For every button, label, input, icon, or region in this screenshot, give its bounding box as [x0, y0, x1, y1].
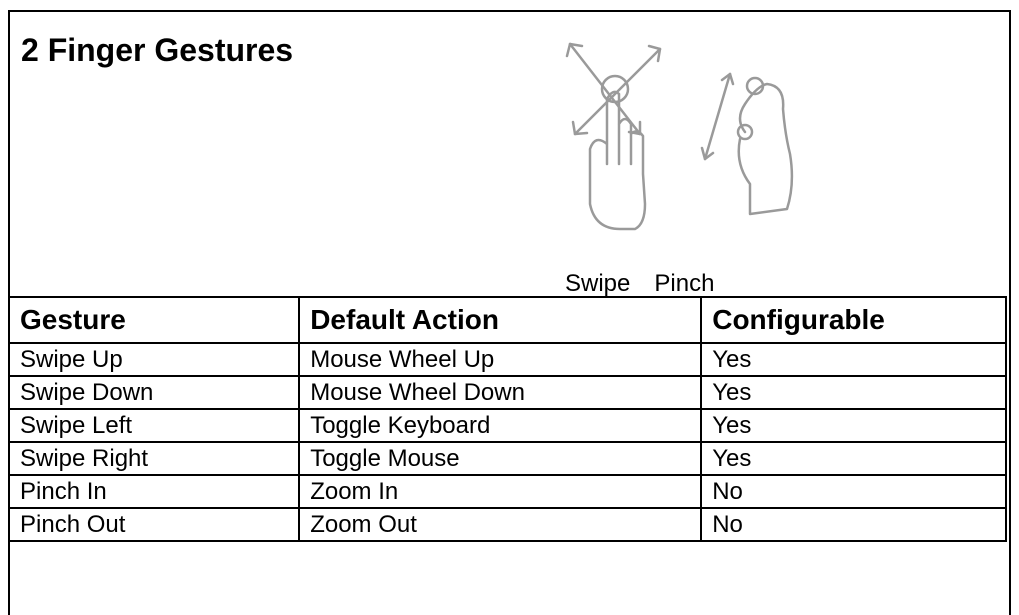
cell-default-action: Mouse Wheel Up [298, 342, 703, 377]
table-header-row: Gesture Default Action Configurable [7, 296, 1007, 344]
swipe-gesture-icon [565, 42, 662, 231]
table-row: Swipe Right Toggle Mouse Yes [7, 441, 1007, 476]
table-row: Swipe Up Mouse Wheel Up Yes [7, 342, 1007, 377]
cell-default-action: Mouse Wheel Down [298, 375, 703, 410]
gesture-card: 2 Finger Gestures Swipe Pinch Gesture De… [7, 10, 1011, 615]
table-row: Pinch In Zoom In No [7, 474, 1007, 509]
cell-configurable: Yes [700, 408, 1007, 443]
gesture-illustrations [565, 42, 794, 231]
page-title: 2 Finger Gestures [21, 32, 294, 68]
cell-gesture: Swipe Left [7, 408, 301, 443]
swipe-caption: Swipe [565, 270, 631, 297]
cell-default-action: Toggle Mouse [298, 441, 703, 476]
cell-configurable: No [700, 474, 1007, 509]
pinch-caption: Pinch [654, 270, 715, 297]
column-header-default-action: Default Action [298, 296, 703, 344]
cell-default-action: Toggle Keyboard [298, 408, 703, 443]
cell-gesture: Pinch In [7, 474, 301, 509]
card-header: 2 Finger Gestures Swipe Pinch [10, 12, 1009, 298]
column-header-configurable: Configurable [700, 296, 1007, 344]
cell-configurable: Yes [700, 342, 1007, 377]
cell-gesture: Swipe Up [7, 342, 301, 377]
cell-configurable: Yes [700, 441, 1007, 476]
illustration-captions: Swipe Pinch [565, 270, 714, 298]
gesture-table: Gesture Default Action Configurable Swip… [7, 296, 1007, 542]
cell-default-action: Zoom Out [298, 507, 703, 542]
table-row: Pinch Out Zoom Out No [7, 507, 1007, 542]
table-row: Swipe Left Toggle Keyboard Yes [7, 408, 1007, 443]
cell-configurable: Yes [700, 375, 1007, 410]
cell-gesture: Pinch Out [7, 507, 301, 542]
column-header-gesture: Gesture [7, 296, 301, 344]
pinch-gesture-icon [700, 72, 794, 216]
cell-default-action: Zoom In [298, 474, 703, 509]
cell-gesture: Swipe Right [7, 441, 301, 476]
cell-configurable: No [700, 507, 1007, 542]
table-row: Swipe Down Mouse Wheel Down Yes [7, 375, 1007, 410]
cell-gesture: Swipe Down [7, 375, 301, 410]
